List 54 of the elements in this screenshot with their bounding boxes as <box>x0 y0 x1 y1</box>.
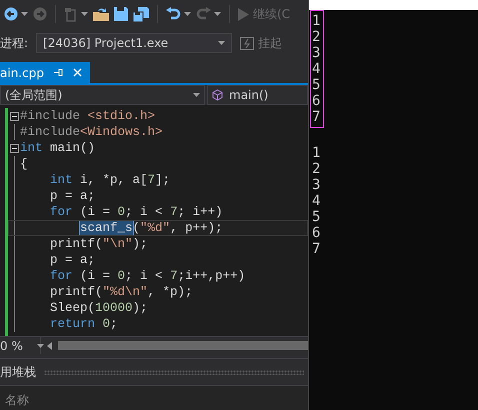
code-line: int i, *p, a[7]; <box>49 173 170 187</box>
back-icon[interactable] <box>4 7 18 21</box>
cube-icon <box>212 89 223 101</box>
console-output-line: 1 <box>312 145 320 161</box>
code-line: scanf_s("%d", p++); <box>79 221 223 235</box>
code-line: printf("%d\n", *p); <box>49 285 193 299</box>
code-line: p = a; <box>49 253 96 267</box>
console-output-line: 3 <box>312 45 320 61</box>
dropdown-caret-icon[interactable] <box>21 12 28 16</box>
console-output-line: 6 <box>312 225 320 241</box>
code-line: printf("\n"); <box>49 237 148 251</box>
process-label: 进程: <box>0 34 28 52</box>
console-output-line: 3 <box>312 177 320 193</box>
code-line: p = a; <box>49 189 96 203</box>
console-output-line: 7 <box>312 109 320 125</box>
collapse-icon[interactable] <box>10 112 18 120</box>
process-dropdown[interactable]: [24036] Project1.exe <box>36 33 232 53</box>
dropdown-caret-icon[interactable] <box>36 344 44 348</box>
code-line: for (i = 0; i < 7;i++,p++) <box>49 269 246 283</box>
dropdown-caret-icon[interactable] <box>184 12 191 16</box>
console-output-line: 5 <box>312 209 320 225</box>
console-output-line: 5 <box>312 77 320 93</box>
undo-icon[interactable] <box>166 7 181 21</box>
folder-icon[interactable] <box>93 7 109 21</box>
scroll-left-icon[interactable] <box>47 342 52 350</box>
member-dropdown[interactable]: main() <box>207 85 308 105</box>
code-line: for (i = 0; i < 7; i++) <box>49 205 223 219</box>
code-line: Sleep(10000); <box>49 301 148 315</box>
console-output-line: 1 <box>312 13 320 29</box>
console-output-line: 6 <box>312 93 320 109</box>
close-icon[interactable] <box>72 68 82 77</box>
console-output-line: 2 <box>312 161 320 177</box>
console-output-line: 7 <box>312 241 320 257</box>
pin-icon[interactable] <box>54 68 63 77</box>
save-icon[interactable] <box>114 7 128 21</box>
editor-tab[interactable]: ain.cpp <box>0 62 90 83</box>
console-output-line: 4 <box>312 193 320 209</box>
scrollbar-thumb[interactable] <box>58 341 308 350</box>
zoom-dropdown[interactable]: 0 % <box>0 337 41 354</box>
scope-dropdown[interactable]: (全局范围) <box>0 85 205 105</box>
dropdown-caret-icon[interactable] <box>193 93 200 97</box>
code-line: int main() <box>20 141 96 155</box>
console-output-line: 2 <box>312 29 320 45</box>
panel-title: 用堆栈 <box>0 364 36 380</box>
lightning-icon <box>240 36 254 50</box>
save-all-icon[interactable] <box>133 6 149 22</box>
code-line: #include <stdio.h> <box>20 109 156 123</box>
code-line: return 0; <box>49 317 118 331</box>
code-line: { <box>20 157 28 171</box>
dropdown-caret-icon[interactable] <box>218 41 226 45</box>
collapse-icon[interactable] <box>10 144 18 152</box>
console-output-line: 4 <box>312 61 320 77</box>
code-line: #include<Windows.h> <box>20 125 163 139</box>
column-header: 名称 <box>5 392 29 408</box>
